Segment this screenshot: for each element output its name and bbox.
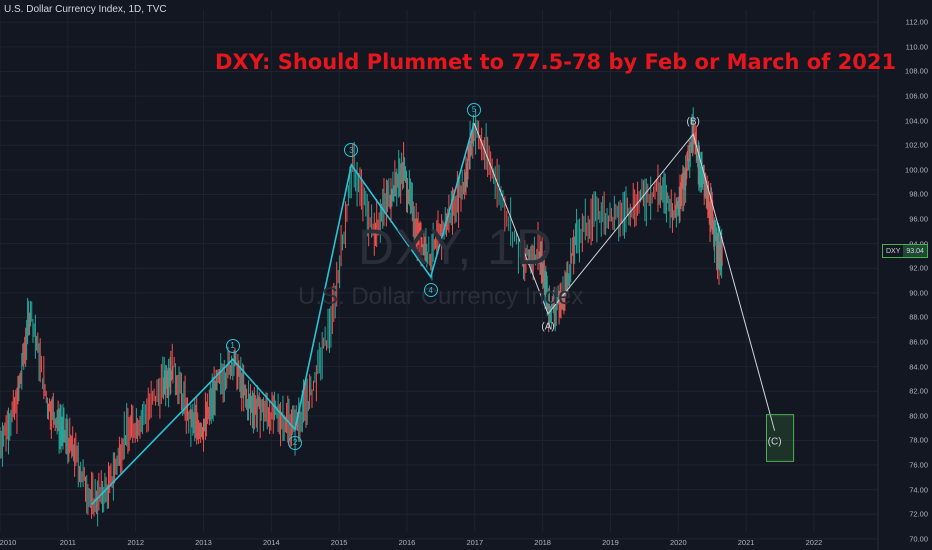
y-tick-label: 110.00 <box>905 42 928 52</box>
x-tick-label: 2020 <box>669 538 687 547</box>
y-tick-label: 82.00 <box>909 386 928 396</box>
corrective-wave-line <box>473 122 776 431</box>
symbol-header[interactable]: U.S. Dollar Currency Index, 1D, TVC <box>4 4 167 15</box>
y-tick-label: 80.00 <box>909 411 928 421</box>
impulse-wave-label: 4 <box>423 283 438 298</box>
x-tick-label: 2022 <box>805 538 823 547</box>
y-tick-label: 108.00 <box>905 66 928 76</box>
y-tick-label: 112.00 <box>905 17 928 27</box>
y-tick-label: 102.00 <box>905 140 928 150</box>
x-tick-label: 2013 <box>195 538 212 547</box>
x-tick-label: 2011 <box>59 538 76 547</box>
price-tag-symbol: DXY <box>883 245 904 257</box>
y-tick-label: 92.00 <box>909 263 928 273</box>
x-tick-label: 2010 <box>0 538 17 547</box>
x-tick-label: 2021 <box>737 538 755 547</box>
price-tag-value: 93.04 <box>906 247 924 255</box>
watermark-symbol: DXY, 1D <box>358 219 554 275</box>
y-tick-label: 78.00 <box>909 435 928 445</box>
y-tick-label: 104.00 <box>905 116 928 126</box>
x-tick-label: 2016 <box>398 538 416 547</box>
x-tick-label: 2012 <box>127 538 144 547</box>
x-tick-label: 2017 <box>466 538 484 547</box>
chart-window: U.S. Dollar Currency Index, 1D, TVC DXY,… <box>0 0 932 550</box>
corrective-wave-label: (A) <box>541 321 555 333</box>
x-tick-label: 2015 <box>330 538 348 547</box>
corrective-wave-label: (B) <box>686 116 700 128</box>
corrective-wave-label: (C) <box>767 436 782 448</box>
y-tick-label: 84.00 <box>909 362 928 372</box>
impulse-wave-label: 3 <box>344 143 359 158</box>
y-tick-label: 100.00 <box>905 165 928 175</box>
y-tick-label: 76.00 <box>909 460 928 470</box>
wave-layer <box>90 122 776 505</box>
y-tick-label: 86.00 <box>909 337 928 347</box>
watermark-name: U.S. Dollar Currency Index <box>298 283 584 310</box>
impulse-wave-label: 2 <box>288 435 303 450</box>
impulse-wave-label: 5 <box>467 102 482 117</box>
y-tick-label: 72.00 <box>909 509 928 519</box>
y-tick-label: 98.00 <box>909 189 928 199</box>
y-tick-label: 90.00 <box>909 288 928 298</box>
chart-title-annotation[interactable]: DXY: Should Plummet to 77.5-78 by Feb or… <box>215 50 896 74</box>
x-tick-label: 2019 <box>602 538 619 547</box>
y-tick-label: 70.00 <box>909 534 928 544</box>
impulse-wave-line <box>90 122 475 505</box>
y-tick-label: 106.00 <box>905 91 928 101</box>
current-price-tag: DXY 93.04 <box>882 244 928 258</box>
impulse-wave-label: 1 <box>225 338 240 353</box>
y-tick-label: 88.00 <box>909 312 928 322</box>
y-tick-label: 96.00 <box>909 214 928 224</box>
x-tick-label: 2014 <box>262 538 280 547</box>
y-tick-label: 74.00 <box>909 485 928 495</box>
x-tick-label: 2018 <box>534 538 551 547</box>
